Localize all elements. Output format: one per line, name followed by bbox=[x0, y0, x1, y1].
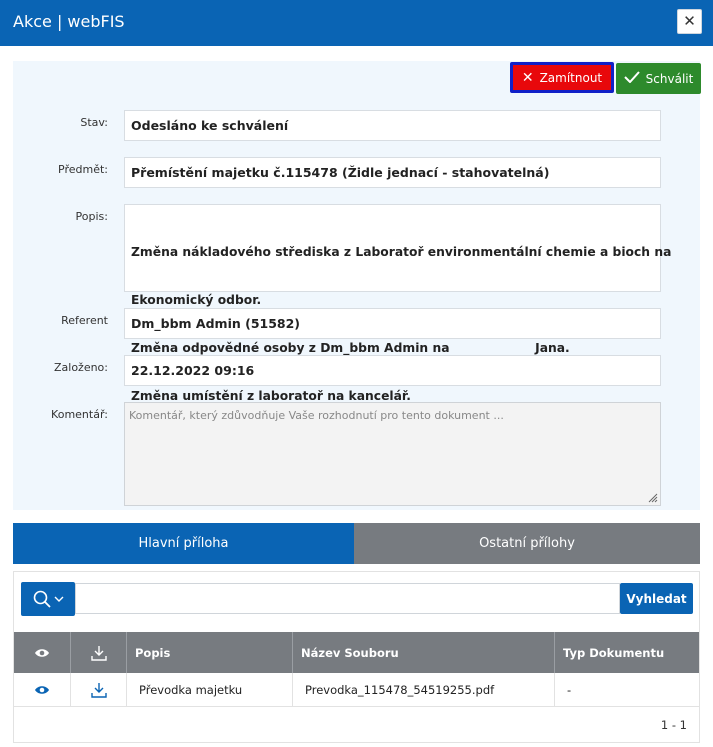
popis-cell: Převodka majetku bbox=[127, 673, 293, 707]
eye-icon bbox=[35, 648, 49, 657]
download-icon bbox=[90, 645, 107, 661]
download-cell[interactable] bbox=[71, 673, 127, 707]
search-icon bbox=[33, 590, 51, 608]
status-value: Odesláno ke schválení bbox=[131, 118, 289, 133]
subject-field: Přemístění majetku č.115478 (Židle jedna… bbox=[124, 157, 661, 188]
search-input[interactable] bbox=[75, 583, 620, 614]
comment-label: Komentář: bbox=[51, 408, 108, 421]
view-cell[interactable] bbox=[14, 673, 71, 707]
tab-other-label: Ostatní přílohy bbox=[479, 536, 575, 551]
description-line: Ekonomický odbor. bbox=[131, 293, 262, 307]
subject-value: Přemístění majetku č.115478 (Židle jedna… bbox=[131, 165, 550, 180]
created-label: Založeno: bbox=[53, 361, 108, 374]
referent-label: Referent bbox=[61, 314, 108, 327]
download-icon[interactable] bbox=[90, 682, 107, 698]
column-download[interactable] bbox=[71, 632, 127, 673]
reject-button[interactable]: ✕ Zamítnout bbox=[510, 62, 614, 93]
title-bar: Akce | webFIS ✕ bbox=[0, 0, 713, 46]
description-line: Změna odpovědné osoby z Dm_bbm Admin na … bbox=[131, 341, 570, 355]
comment-textarea[interactable]: Komentář, který zdůvodňuje Vaše rozhodnu… bbox=[124, 402, 661, 506]
x-icon: ✕ bbox=[521, 69, 534, 86]
reject-label: Zamítnout bbox=[539, 70, 603, 85]
search-options-button[interactable] bbox=[21, 582, 75, 616]
check-icon bbox=[623, 70, 640, 87]
column-typ[interactable]: Typ Dokumentu bbox=[555, 632, 699, 673]
approve-label: Schválit bbox=[645, 71, 694, 86]
column-popis[interactable]: Popis bbox=[127, 632, 293, 673]
pagination-info: 1 - 1 bbox=[660, 718, 687, 732]
description-field: Změna nákladového střediska z Laboratoř … bbox=[124, 204, 672, 403]
created-value: 22.12.2022 09:16 bbox=[131, 363, 255, 378]
description-line: Změna nákladového střediska z Laboratoř … bbox=[131, 245, 672, 259]
referent-value: Dm_bbm Admin (51582) bbox=[131, 316, 301, 331]
chevron-down-icon bbox=[54, 596, 63, 602]
attachment-tabs: Hlavní příloha Ostatní přílohy bbox=[13, 523, 700, 564]
tab-main-label: Hlavní příloha bbox=[138, 536, 229, 551]
description-label: Popis: bbox=[75, 210, 108, 223]
referent-field: Dm_bbm Admin (51582) bbox=[124, 308, 661, 339]
action-form: ✕ Zamítnout Schválit Stav: Odesláno ke s… bbox=[13, 61, 701, 510]
column-nazev[interactable]: Název Souboru bbox=[293, 632, 555, 673]
approve-button[interactable]: Schválit bbox=[616, 63, 701, 94]
typ-cell: - bbox=[567, 683, 572, 697]
table-row: Převodka majetku Prevodka_115478_5451925… bbox=[14, 673, 699, 707]
subject-label: Předmět: bbox=[58, 163, 108, 176]
status-label: Stav: bbox=[80, 116, 108, 129]
resize-grip-icon[interactable] bbox=[646, 491, 658, 503]
attachments-panel: Vyhledat Popis Název Souboru Typ Dokumen… bbox=[13, 571, 700, 743]
nazev-cell: Prevodka_115478_54519255.pdf bbox=[293, 673, 555, 707]
eye-icon[interactable] bbox=[34, 684, 50, 696]
window-title: Akce | webFIS bbox=[13, 12, 125, 31]
tab-other-attachments[interactable]: Ostatní přílohy bbox=[354, 523, 700, 564]
find-button[interactable]: Vyhledat bbox=[620, 583, 693, 614]
created-field: 22.12.2022 09:16 bbox=[124, 355, 661, 386]
find-label: Vyhledat bbox=[626, 591, 687, 606]
tab-main-attachment[interactable]: Hlavní příloha bbox=[13, 523, 354, 564]
close-button[interactable]: ✕ bbox=[677, 9, 702, 34]
column-view[interactable] bbox=[14, 632, 71, 673]
comment-placeholder: Komentář, který zdůvodňuje Vaše rozhodnu… bbox=[129, 409, 504, 422]
status-field: Odesláno ke schválení bbox=[124, 110, 661, 141]
grid-header: Popis Název Souboru Typ Dokumentu bbox=[14, 632, 699, 673]
close-icon: ✕ bbox=[683, 12, 696, 30]
